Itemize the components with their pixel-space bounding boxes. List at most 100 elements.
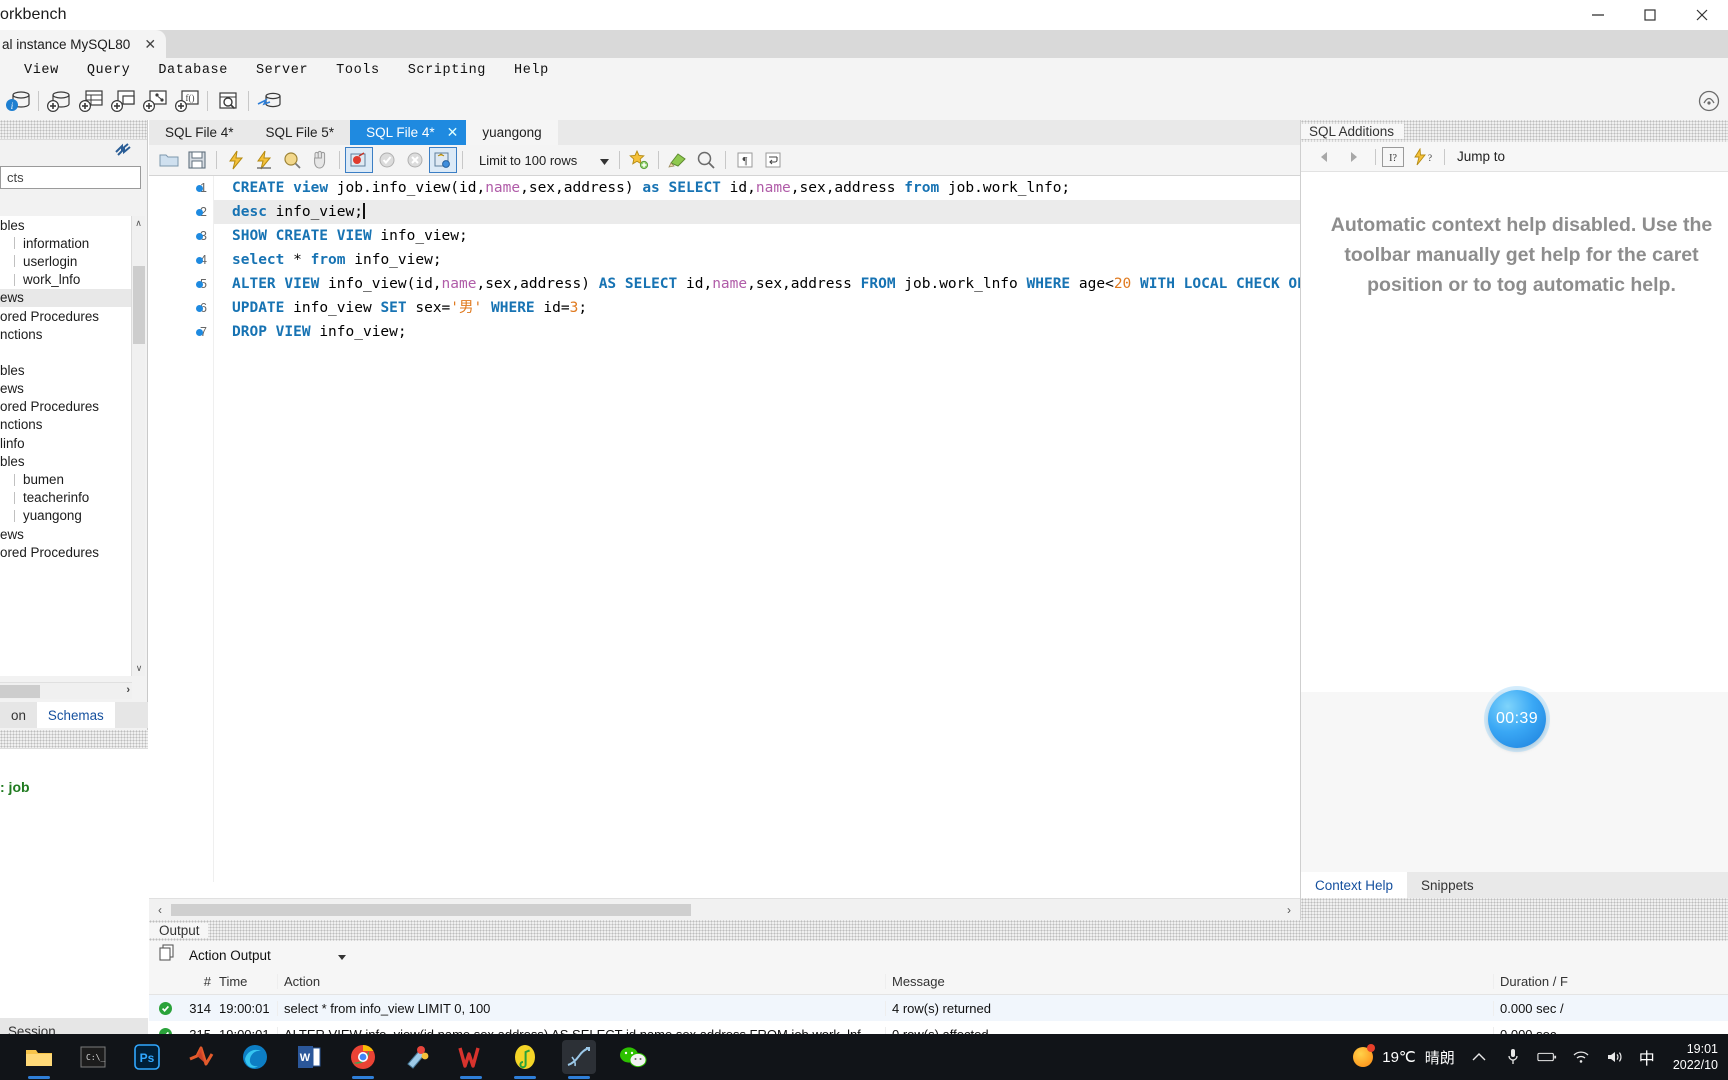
new-view-icon[interactable] [107,86,139,116]
close-button[interactable] [1676,0,1728,30]
battery-icon[interactable] [1537,1047,1557,1067]
menu-view[interactable]: View [10,61,73,80]
new-schema-icon[interactable] [43,86,75,116]
wrap-lines-icon[interactable] [759,147,787,173]
scroll-right-icon[interactable]: › [1278,903,1300,917]
wechat-icon[interactable] [616,1040,650,1074]
hscrollbar-thumb[interactable] [0,685,40,698]
scroll-track[interactable] [171,903,1278,916]
tree-item[interactable]: work_lnfo [0,271,132,289]
connection-tab[interactable]: al instance MySQL80 ✕ [0,30,167,58]
close-icon[interactable]: ✕ [447,124,459,141]
chevron-up-icon[interactable] [1469,1047,1489,1067]
mysql-workbench-icon[interactable] [562,1040,596,1079]
output-mode-dropdown[interactable]: Action Output [185,944,350,966]
sql-line[interactable]: select * from info_view; [214,248,1300,272]
tree-item[interactable]: bumen [0,470,132,488]
toggle-invisible-chars-icon[interactable]: ¶ [731,147,759,173]
menu-server[interactable]: Server [242,61,322,80]
arrow-left-icon[interactable] [1309,145,1339,169]
scroll-down-icon[interactable]: ∨ [132,661,146,676]
hscroll-right-icon[interactable]: › [126,684,130,696]
row-limit-dropdown[interactable]: Limit to 100 rows [474,149,614,171]
wps-icon[interactable] [454,1040,488,1079]
maximize-button[interactable] [1624,0,1676,30]
commit-icon[interactable] [373,147,401,173]
tree-item[interactable]: ews [0,525,132,543]
save-file-icon[interactable] [183,147,211,173]
new-procedure-icon[interactable] [139,86,171,116]
microphone-icon[interactable] [1503,1047,1523,1067]
new-table-icon[interactable] [75,86,107,116]
tree-item[interactable]: ored Procedures [0,398,132,416]
tab-context-help[interactable]: Context Help [1301,872,1408,898]
taskbar-clock[interactable]: 19:01 2022/10 [1669,1041,1718,1073]
tab-sql-file-4a[interactable]: SQL File 4* [149,120,250,145]
sidebar-tab-administration[interactable]: on [0,702,37,728]
sql-line[interactable]: DROP VIEW info_view; [214,320,1300,344]
schema-filter-input[interactable]: cts [0,166,141,189]
sidebar-tab-schemas[interactable]: Schemas [36,702,115,728]
sql-line[interactable]: ALTER VIEW info_view(id,name,sex,address… [214,272,1300,296]
tab-snippets[interactable]: Snippets [1407,872,1488,898]
explain-icon[interactable] [278,147,306,173]
arrow-right-icon[interactable] [1339,145,1369,169]
sidebar-horizontal-scrollbar[interactable]: › [0,682,132,699]
automatic-help-icon[interactable]: ? [1408,145,1438,169]
tab-sql-file-5[interactable]: SQL File 5* [249,120,351,145]
tree-item[interactable]: nctions [0,325,132,343]
chevron-down-icon[interactable] [600,153,609,168]
workbench-badge-icon[interactable] [1696,88,1722,114]
edge-browser-icon[interactable] [238,1040,272,1074]
open-file-icon[interactable] [155,147,183,173]
menu-query[interactable]: Query [73,61,145,80]
menu-database[interactable]: Database [144,61,242,80]
copy-icon[interactable] [159,944,175,966]
scroll-up-icon[interactable]: ∧ [132,216,145,231]
file-explorer-icon[interactable] [22,1040,56,1079]
auto-commit-icon[interactable] [429,147,457,173]
minimize-button[interactable] [1572,0,1624,30]
terminal-icon[interactable]: C:\_ [76,1040,110,1074]
schema-tree[interactable]: bles information userlogin work_lnfo ews… [0,216,132,676]
tree-item[interactable]: userlogin [0,252,132,270]
execute-icon[interactable] [222,147,250,173]
execute-current-icon[interactable] [250,147,278,173]
tree-item[interactable]: bles [0,361,132,379]
new-function-icon[interactable]: f() [171,86,203,116]
tree-item-views-selected[interactable]: ews [0,288,132,307]
wifi-icon[interactable] [1571,1047,1591,1067]
ime-indicator[interactable]: 中 [1639,1047,1655,1068]
tree-item[interactable]: bles [0,216,132,234]
manual-help-icon[interactable]: I? [1382,146,1404,167]
chevron-down-icon[interactable] [338,948,346,963]
weather-widget[interactable]: 19℃ 晴朗 [1353,1044,1455,1068]
toggle-sidebar-icon[interactable] [115,142,131,162]
toggle-stop-on-error-icon[interactable] [345,147,373,173]
photoshop-icon[interactable]: Ps [130,1040,164,1074]
scrollbar-thumb[interactable] [133,266,145,344]
paint-icon[interactable] [400,1040,434,1074]
table-row[interactable]: 314 19:00:01 select * from info_view LIMIT… [149,995,1728,1021]
find-icon[interactable] [692,147,720,173]
tree-item[interactable]: teacherinfo [0,489,132,507]
tree-item[interactable]: yuangong [0,507,132,525]
volume-icon[interactable] [1605,1047,1625,1067]
new-connection-icon[interactable]: i [2,86,34,116]
jump-to-label[interactable]: Jump to [1457,149,1505,164]
tree-item[interactable]: bles [0,452,132,470]
tree-item[interactable]: linfo [0,434,132,452]
music-icon[interactable] [508,1040,542,1079]
tab-sql-file-4-active[interactable]: SQL File 4* ✕ [350,120,467,145]
editor-horizontal-scrollbar[interactable]: ‹ › [149,898,1300,920]
tree-item[interactable]: information [0,234,132,252]
beautify-icon[interactable] [625,147,653,173]
tree-item[interactable]: nctions [0,416,132,434]
menu-help[interactable]: Help [500,61,563,80]
sql-statements[interactable]: CREATE view job.info_view(id,name,sex,ad… [214,176,1300,882]
sql-code-area[interactable]: 1 2 3 4 5 6 7 CREATE view job.info_view(… [149,176,1300,882]
stop-icon[interactable] [306,147,334,173]
scrollbar-thumb[interactable] [171,903,691,916]
chrome-browser-icon[interactable] [346,1040,380,1079]
rollback-icon[interactable] [401,147,429,173]
